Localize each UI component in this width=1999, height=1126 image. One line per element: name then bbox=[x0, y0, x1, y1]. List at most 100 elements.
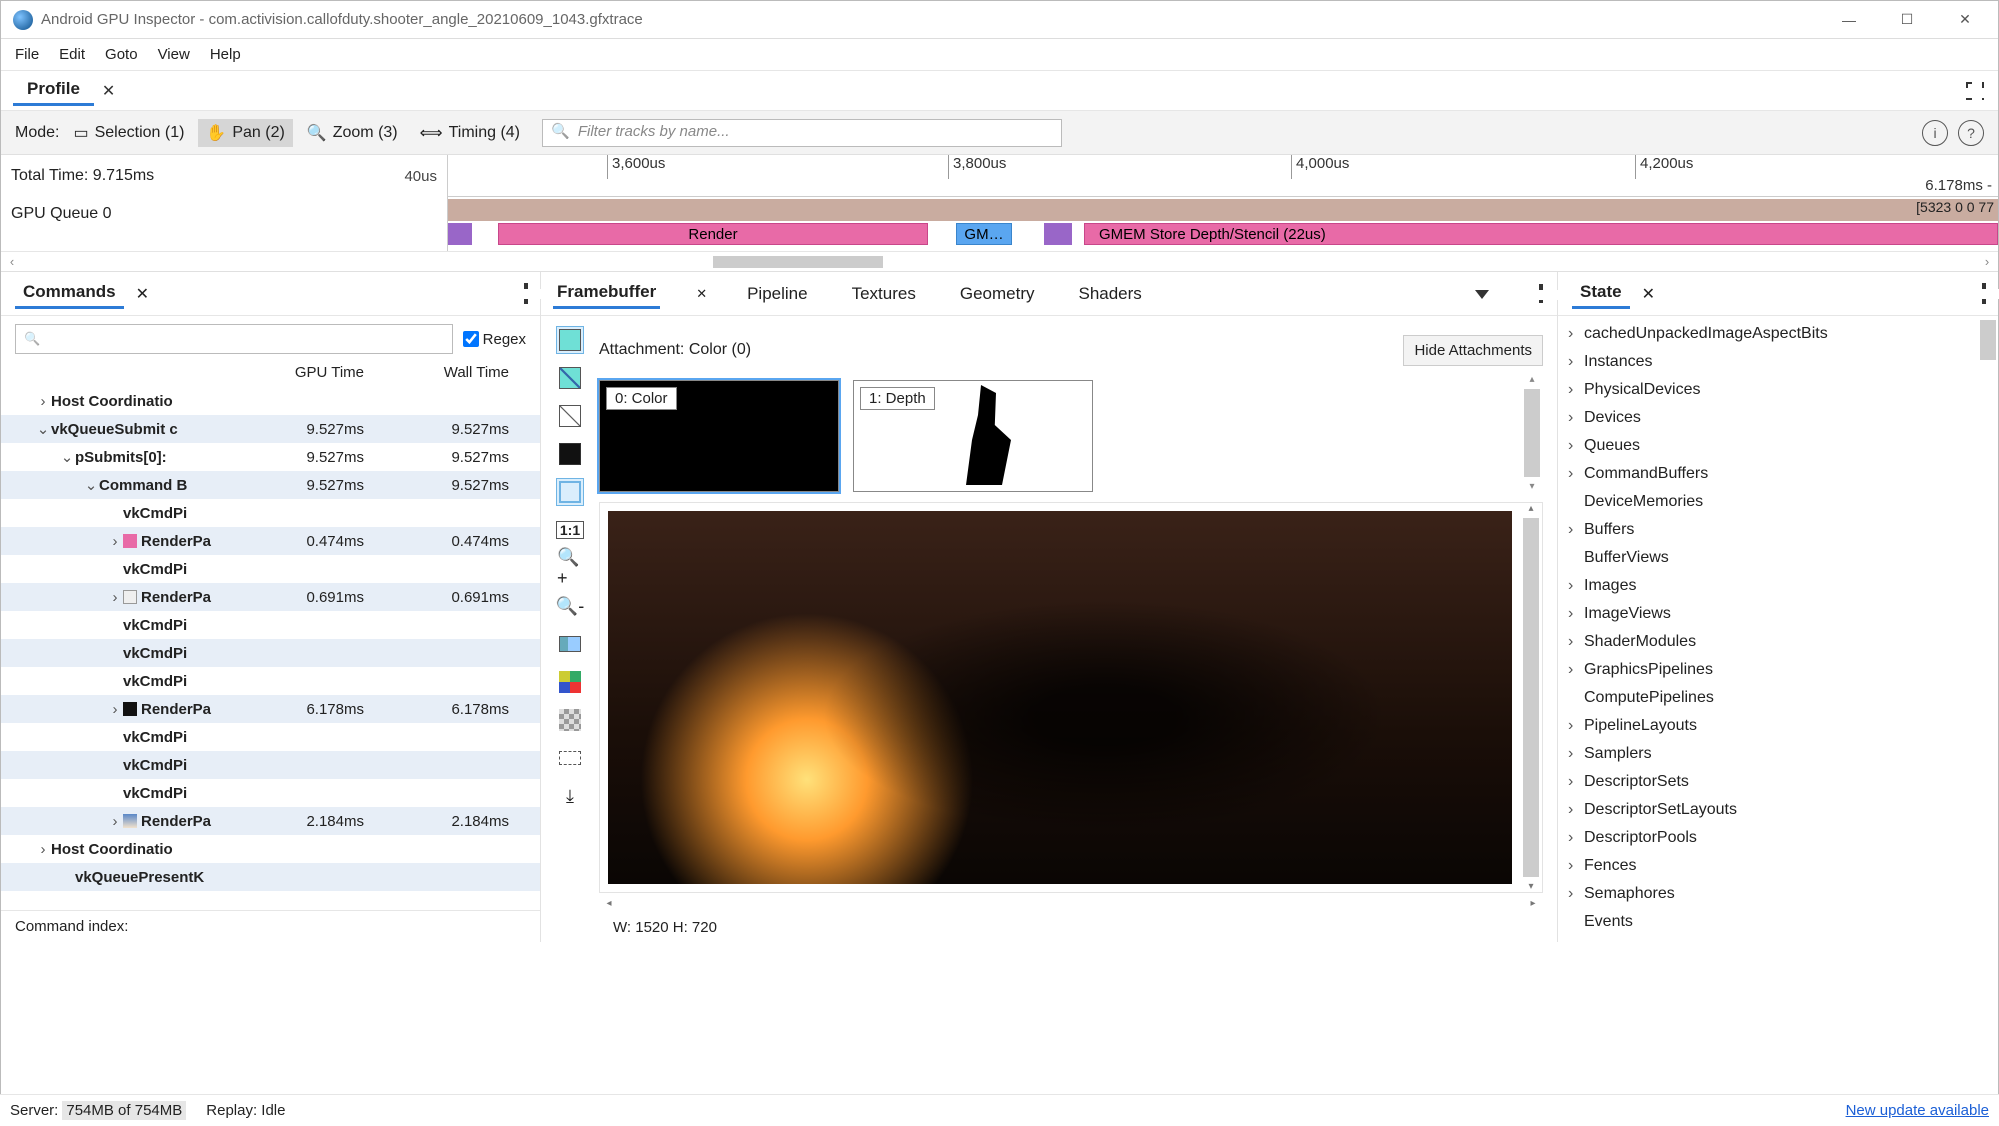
tool-wire-icon[interactable] bbox=[556, 402, 584, 430]
scroll-left-icon[interactable]: ‹ bbox=[1, 254, 23, 269]
chevron-icon[interactable]: › bbox=[107, 813, 123, 830]
menu-file[interactable]: File bbox=[5, 42, 49, 67]
tool-zoomout-icon[interactable]: 🔍- bbox=[556, 592, 584, 620]
state-item[interactable]: ComputePipelines bbox=[1558, 684, 1998, 712]
tab-pipeline[interactable]: Pipeline bbox=[743, 280, 812, 308]
tab-profile[interactable]: Profile bbox=[13, 75, 94, 106]
block-purple[interactable] bbox=[1044, 223, 1072, 245]
state-item[interactable]: ›PipelineLayouts bbox=[1558, 712, 1998, 740]
framebuffer-fullscreen-button[interactable] bbox=[1539, 286, 1543, 301]
mode-timing[interactable]: ⟺Timing (4) bbox=[412, 119, 528, 147]
tab-commands-close[interactable]: ✕ bbox=[136, 284, 149, 304]
state-tree[interactable]: ›cachedUnpackedImageAspectBits›Instances… bbox=[1558, 316, 1998, 942]
command-row[interactable]: vkCmdPi bbox=[1, 667, 540, 695]
state-item[interactable]: ›DescriptorSets bbox=[1558, 768, 1998, 796]
mode-zoom[interactable]: 🔍Zoom (3) bbox=[299, 119, 406, 147]
menu-help[interactable]: Help bbox=[200, 42, 251, 67]
state-item[interactable]: ›Queues bbox=[1558, 432, 1998, 460]
block-gmem[interactable]: GMEM Store Depth/Stencil (22us) bbox=[1084, 223, 1998, 245]
thumb-depth[interactable]: 1: Depth bbox=[853, 380, 1093, 492]
chevron-icon[interactable]: › bbox=[35, 841, 51, 858]
block-purple[interactable] bbox=[448, 223, 472, 245]
command-row[interactable]: vkCmdPi bbox=[1, 779, 540, 807]
state-item[interactable]: ›QueryPools bbox=[1558, 936, 1998, 942]
chevron-icon[interactable]: › bbox=[107, 701, 123, 718]
commands-search-input[interactable]: 🔍 bbox=[15, 324, 453, 354]
menu-edit[interactable]: Edit bbox=[49, 42, 95, 67]
update-available-link[interactable]: New update available bbox=[1846, 1102, 1989, 1119]
state-item[interactable]: ›CommandBuffers bbox=[1558, 460, 1998, 488]
chevron-icon[interactable]: ⌄ bbox=[35, 420, 51, 438]
thumb-color[interactable]: 0: Color bbox=[599, 380, 839, 492]
command-row[interactable]: vkCmdPi bbox=[1, 723, 540, 751]
command-row[interactable]: ›RenderPa0.691ms0.691ms bbox=[1, 583, 540, 611]
tab-geometry[interactable]: Geometry bbox=[956, 280, 1039, 308]
top-track[interactable] bbox=[448, 199, 1998, 221]
state-item[interactable]: ›DescriptorPools bbox=[1558, 824, 1998, 852]
state-item[interactable]: ›Devices bbox=[1558, 404, 1998, 432]
tool-download-icon[interactable]: ⤓ bbox=[556, 782, 584, 810]
state-item[interactable]: DeviceMemories bbox=[1558, 488, 1998, 516]
state-item[interactable]: ›Images bbox=[1558, 572, 1998, 600]
menu-goto[interactable]: Goto bbox=[95, 42, 148, 67]
regex-checkbox[interactable]: Regex bbox=[463, 331, 526, 348]
image-vscroll[interactable]: ▴▾ bbox=[1520, 503, 1542, 892]
chevron-icon[interactable]: ⌄ bbox=[83, 476, 99, 494]
tool-crop-icon[interactable] bbox=[556, 744, 584, 772]
menu-view[interactable]: View bbox=[148, 42, 200, 67]
scroll-thumb[interactable] bbox=[713, 256, 883, 268]
framebuffer-image[interactable] bbox=[608, 511, 1512, 884]
command-row[interactable]: vkQueuePresentK bbox=[1, 863, 540, 891]
tab-commands[interactable]: Commands bbox=[15, 278, 124, 309]
state-item[interactable]: ›Instances bbox=[1558, 348, 1998, 376]
tool-edge-icon[interactable] bbox=[556, 364, 584, 392]
tool-zoomin-icon[interactable]: 🔍+ bbox=[556, 554, 584, 582]
tool-dark-icon[interactable] bbox=[556, 440, 584, 468]
help-button[interactable]: ? bbox=[1958, 120, 1984, 146]
tool-checker-icon[interactable] bbox=[556, 706, 584, 734]
command-row[interactable]: ›RenderPa0.474ms0.474ms bbox=[1, 527, 540, 555]
timeline-hscroll[interactable]: ‹ › bbox=[1, 251, 1998, 271]
command-row[interactable]: ⌄pSubmits[0]:9.527ms9.527ms bbox=[1, 443, 540, 471]
tool-select-icon[interactable] bbox=[556, 478, 584, 506]
command-row[interactable]: vkCmdPi bbox=[1, 751, 540, 779]
image-hscroll[interactable]: ◂▸ bbox=[599, 893, 1543, 913]
maximize-button[interactable]: ☐ bbox=[1878, 1, 1936, 39]
tab-state[interactable]: State bbox=[1572, 278, 1630, 309]
state-item[interactable]: ›PhysicalDevices bbox=[1558, 376, 1998, 404]
command-row[interactable]: ›RenderPa6.178ms6.178ms bbox=[1, 695, 540, 723]
tool-11-icon[interactable]: 1:1 bbox=[556, 516, 584, 544]
command-row[interactable]: ›Host Coordinatio bbox=[1, 387, 540, 415]
state-vscroll-thumb[interactable] bbox=[1980, 320, 1996, 360]
state-item[interactable]: ›ImageViews bbox=[1558, 600, 1998, 628]
block-gm[interactable]: GM… bbox=[956, 223, 1012, 245]
chevron-icon[interactable]: ⌄ bbox=[59, 448, 75, 466]
state-item[interactable]: ›Semaphores bbox=[1558, 880, 1998, 908]
mode-selection[interactable]: ▭Selection (1) bbox=[65, 119, 192, 147]
mode-pan[interactable]: ✋Pan (2) bbox=[198, 119, 292, 147]
minimize-button[interactable]: — bbox=[1820, 1, 1878, 39]
timeline-tracks[interactable]: [5323 0 0 77 Render GM… GMEM Store Depth… bbox=[448, 197, 1998, 251]
chevron-icon[interactable]: › bbox=[107, 533, 123, 550]
thumb-vscroll[interactable]: ▴▾ bbox=[1521, 374, 1543, 492]
state-fullscreen-button[interactable] bbox=[1982, 285, 1986, 303]
state-item[interactable]: ›cachedUnpackedImageAspectBits bbox=[1558, 320, 1998, 348]
command-row[interactable]: ›Host Coordinatio bbox=[1, 835, 540, 863]
state-item[interactable]: ›ShaderModules bbox=[1558, 628, 1998, 656]
command-row[interactable]: vkCmdPi bbox=[1, 611, 540, 639]
tool-channels-icon[interactable] bbox=[556, 668, 584, 696]
commands-fullscreen-button[interactable] bbox=[524, 285, 528, 303]
state-item[interactable]: BufferViews bbox=[1558, 544, 1998, 572]
chevron-icon[interactable]: › bbox=[35, 393, 51, 410]
state-item[interactable]: ›DescriptorSetLayouts bbox=[1558, 796, 1998, 824]
tab-framebuffer[interactable]: Framebuffer bbox=[553, 278, 660, 309]
tab-state-close[interactable]: ✕ bbox=[1642, 284, 1655, 304]
scroll-right-icon[interactable]: › bbox=[1976, 254, 1998, 269]
tab-framebuffer-close[interactable]: ✕ bbox=[696, 286, 707, 302]
command-row[interactable]: vkCmdPi bbox=[1, 639, 540, 667]
state-item[interactable]: ›Buffers bbox=[1558, 516, 1998, 544]
profile-fullscreen-button[interactable] bbox=[1966, 82, 1984, 100]
command-row[interactable]: vkCmdPi bbox=[1, 499, 540, 527]
command-row[interactable]: vkCmdPi bbox=[1, 555, 540, 583]
hide-attachments-button[interactable]: Hide Attachments bbox=[1403, 335, 1543, 366]
